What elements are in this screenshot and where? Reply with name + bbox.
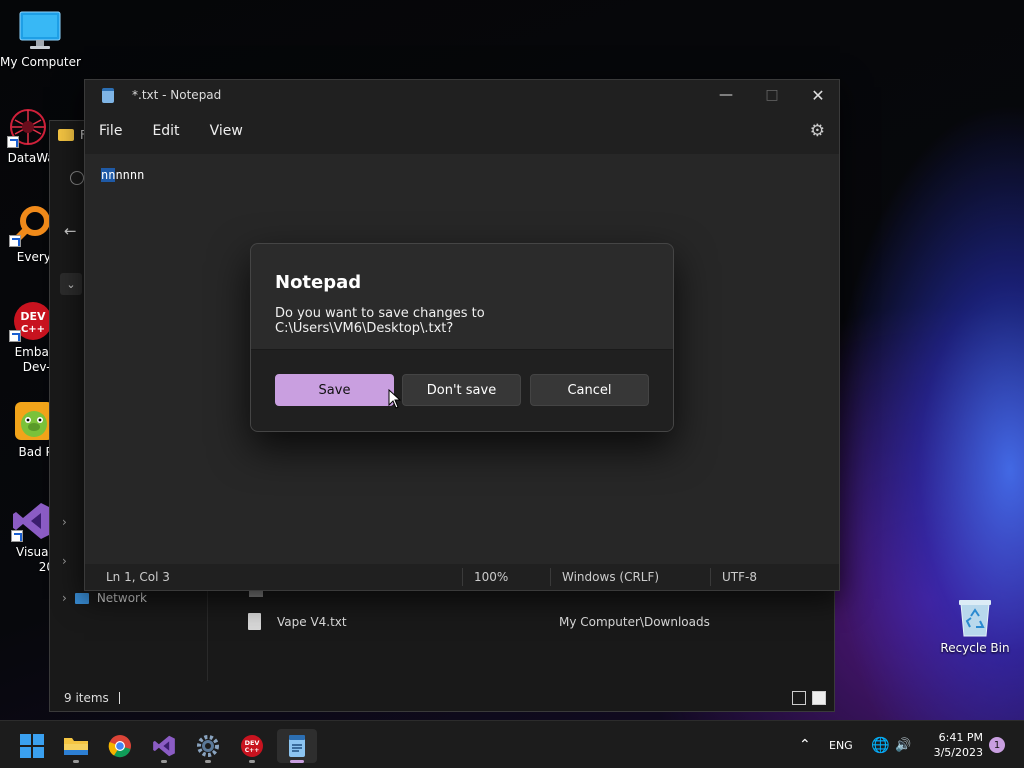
chevron-right-icon[interactable]: › — [62, 554, 67, 568]
svg-text:C++: C++ — [245, 747, 259, 754]
nav-item-network[interactable]: › Network — [62, 591, 147, 605]
dev-cpp-icon: DEV C++ — [241, 735, 263, 757]
taskbar: DEV C++ ⌃ ENG 🌐 🔊 6:41 PM 3/5/2023 1 — [0, 720, 1024, 768]
recycle-bin-icon — [954, 596, 996, 638]
explorer-status-bar: 9 items — [50, 685, 834, 711]
window-title: *.txt - Notepad — [132, 88, 222, 102]
explorer-title: F — [58, 128, 87, 142]
minimize-button[interactable]: — — [703, 80, 749, 110]
chrome-icon — [108, 735, 131, 758]
unselected-text: nnnn — [115, 168, 145, 182]
desktop-icon-recycle-bin[interactable]: Recycle Bin — [935, 596, 1015, 656]
chevron-up-icon[interactable]: ⌃ — [799, 737, 811, 753]
taskbar-notepad[interactable] — [277, 729, 317, 763]
svg-text:C++: C++ — [21, 324, 45, 335]
close-button[interactable]: ✕ — [795, 80, 841, 110]
encoding: UTF-8 — [722, 570, 757, 584]
details-view-icon[interactable] — [792, 691, 806, 705]
system-tray: ⌃ ENG 🌐 🔊 6:41 PM 3/5/2023 1 — [795, 721, 1024, 768]
file-location: My Computer\Downloads — [559, 614, 710, 629]
language-indicator[interactable]: ENG — [829, 739, 853, 752]
chevron-right-icon[interactable]: › — [62, 515, 67, 529]
save-changes-dialog[interactable]: Notepad Do you want to save changes to C… — [250, 243, 674, 432]
gear-icon[interactable]: ⚙ — [810, 121, 825, 141]
mouse-cursor-icon — [388, 388, 402, 409]
back-arrow-icon[interactable]: ← — [64, 222, 77, 240]
desktop-icon-label: My Computer — [0, 55, 81, 69]
tiles-view-icon[interactable] — [812, 691, 826, 705]
menu-bar: File Edit View ⚙ — [85, 110, 839, 152]
svg-text:DEV: DEV — [245, 739, 260, 747]
file-row-partial — [249, 591, 263, 597]
maximize-button[interactable]: □ — [749, 80, 795, 110]
notification-badge[interactable]: 1 — [989, 737, 1005, 753]
dialog-button-bar: Save Don't save Cancel — [251, 349, 673, 431]
dev-cpp-icon: DEV C++ — [9, 300, 52, 342]
taskbar-settings[interactable] — [188, 729, 228, 763]
dialog-body: Notepad Do you want to save changes to C… — [251, 244, 673, 351]
settings-gear-icon — [197, 735, 219, 757]
cancel-button[interactable]: Cancel — [530, 374, 649, 406]
clock-time: 6:41 PM — [938, 731, 983, 744]
folder-icon — [58, 129, 74, 141]
notepad-app-icon — [102, 88, 114, 103]
clock-date: 3/5/2023 — [933, 746, 983, 759]
notepad-icon — [289, 735, 305, 757]
start-button[interactable] — [12, 729, 52, 763]
shortcut-arrow-icon — [9, 330, 21, 342]
visual-studio-icon — [153, 735, 175, 757]
clock[interactable]: 6:41 PM 3/5/2023 — [927, 730, 983, 760]
items-count: 9 items — [64, 691, 109, 705]
save-button[interactable]: Save — [275, 374, 394, 406]
windows-logo-icon — [20, 734, 44, 758]
taskbar-file-explorer[interactable] — [56, 729, 96, 763]
notepad-status-bar: Ln 1, Col 3 100% Windows (CRLF) UTF-8 — [85, 564, 839, 590]
shortcut-arrow-icon — [11, 530, 23, 542]
zoom-level: 100% — [474, 570, 509, 584]
taskbar-chrome[interactable] — [100, 729, 140, 763]
datawag-icon — [7, 106, 49, 148]
visual-studio-icon — [11, 500, 53, 542]
taskbar-visual-studio[interactable] — [144, 729, 184, 763]
desktop-icon-label: Recycle Bin — [940, 641, 1010, 655]
dont-save-button[interactable]: Don't save — [402, 374, 521, 406]
notepad-title-bar[interactable]: *.txt - Notepad — □ ✕ — [85, 80, 839, 110]
monitor-icon — [19, 10, 61, 52]
volume-icon[interactable]: 🔊 — [895, 738, 911, 753]
desktop-icon-my-computer[interactable]: My Computer — [0, 10, 81, 70]
taskbar-dev-cpp[interactable]: DEV C++ — [232, 729, 272, 763]
cursor-position: Ln 1, Col 3 — [106, 570, 170, 584]
editor-text: nnnnnn — [101, 168, 144, 182]
explorer-new-icon[interactable] — [70, 171, 84, 185]
shortcut-arrow-icon — [7, 136, 19, 148]
menu-view[interactable]: View — [202, 117, 251, 145]
line-ending: Windows (CRLF) — [562, 570, 660, 584]
dialog-message: Do you want to save changes to C:\Users\… — [275, 306, 485, 336]
menu-edit[interactable]: Edit — [144, 117, 187, 145]
globe-icon[interactable]: 🌐 — [871, 736, 890, 754]
menu-file[interactable]: File — [91, 117, 130, 145]
text-file-icon — [248, 613, 261, 630]
file-name: Vape V4.txt — [277, 614, 347, 629]
svg-text:DEV: DEV — [20, 310, 46, 323]
chevron-right-icon: › — [62, 591, 67, 605]
selected-text: nn — [101, 168, 116, 182]
folder-icon — [64, 738, 88, 755]
file-row[interactable]: Vape V4.txt My Computer\Downloads — [248, 613, 808, 630]
everything-search-icon — [9, 205, 51, 247]
network-icon — [74, 592, 89, 604]
dialog-title: Notepad — [275, 272, 362, 293]
shortcut-arrow-icon — [9, 235, 21, 247]
